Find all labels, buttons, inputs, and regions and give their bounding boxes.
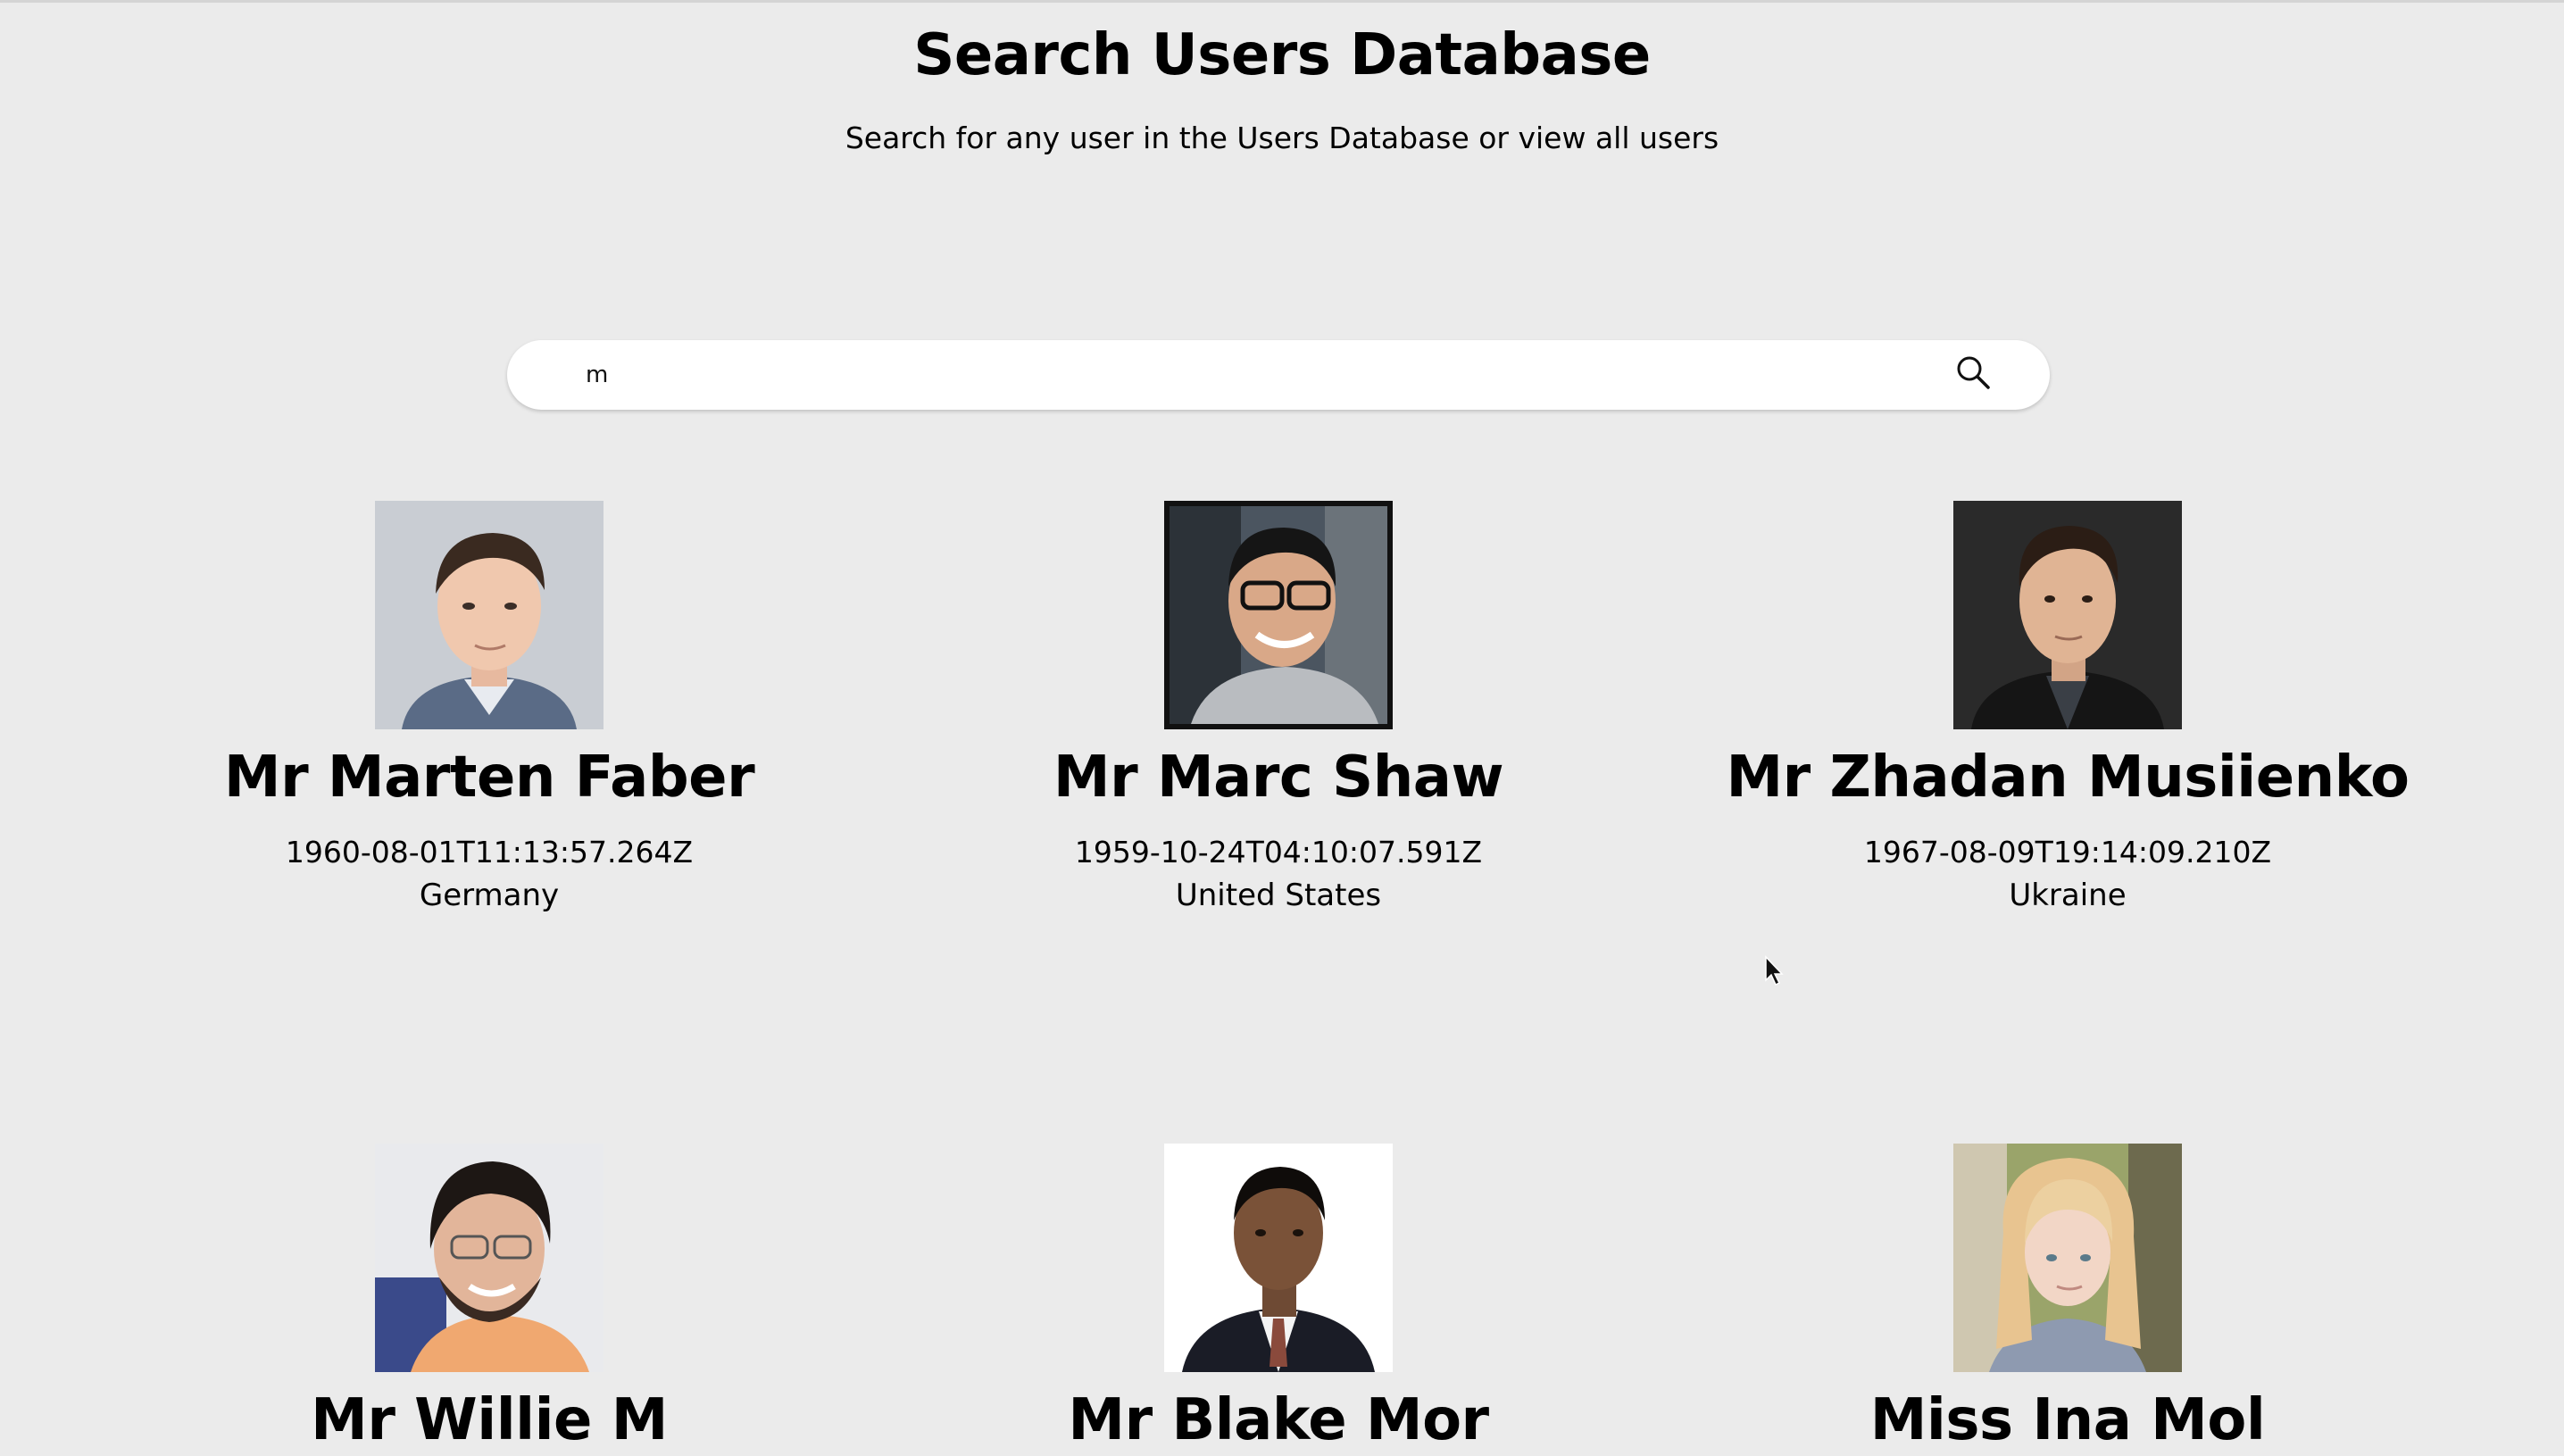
- user-name: Mr Marc Shaw: [1053, 745, 1504, 811]
- user-dob: 1960-08-01T11:13:57.264Z: [285, 835, 694, 869]
- search-icon[interactable]: [1955, 354, 1991, 390]
- user-card[interactable]: Miss Ina Mol: [1675, 1144, 2460, 1453]
- user-country: Ukraine: [2009, 878, 2127, 913]
- user-photo: [375, 1144, 604, 1372]
- user-country: Germany: [419, 878, 560, 913]
- user-photo: [375, 501, 604, 729]
- top-divider: [0, 0, 2564, 3]
- page-title: Search Users Database: [913, 22, 1651, 88]
- user-name: Mr Blake Mor: [1068, 1387, 1489, 1453]
- user-card[interactable]: Mr Marten Faber 1960-08-01T11:13:57.264Z…: [96, 501, 882, 913]
- user-name: Mr Willie M: [311, 1387, 668, 1453]
- user-card[interactable]: Mr Willie M: [96, 1144, 882, 1453]
- user-photo: [1164, 1144, 1393, 1372]
- user-photo: [1164, 501, 1393, 729]
- user-card[interactable]: Mr Blake Mor: [886, 1144, 1671, 1453]
- user-card[interactable]: Mr Marc Shaw 1959-10-24T04:10:07.591Z Un…: [886, 501, 1671, 913]
- search-bar[interactable]: [507, 340, 2050, 410]
- user-photo: [1953, 501, 2182, 729]
- user-photo: [1953, 1144, 2182, 1372]
- mouse-cursor-icon: [1765, 955, 1784, 986]
- user-name: Miss Ina Mol: [1869, 1387, 2266, 1453]
- user-country: United States: [1175, 878, 1382, 913]
- user-dob: 1959-10-24T04:10:07.591Z: [1074, 835, 1483, 869]
- search-input[interactable]: [586, 340, 1907, 410]
- user-name: Mr Zhadan Musiienko: [1726, 745, 2410, 811]
- page-subtitle: Search for any user in the Users Databas…: [845, 121, 1719, 155]
- user-dob: 1967-08-09T19:14:09.210Z: [1863, 835, 2272, 869]
- user-name: Mr Marten Faber: [223, 745, 755, 811]
- user-card[interactable]: Mr Zhadan Musiienko 1967-08-09T19:14:09.…: [1675, 501, 2460, 913]
